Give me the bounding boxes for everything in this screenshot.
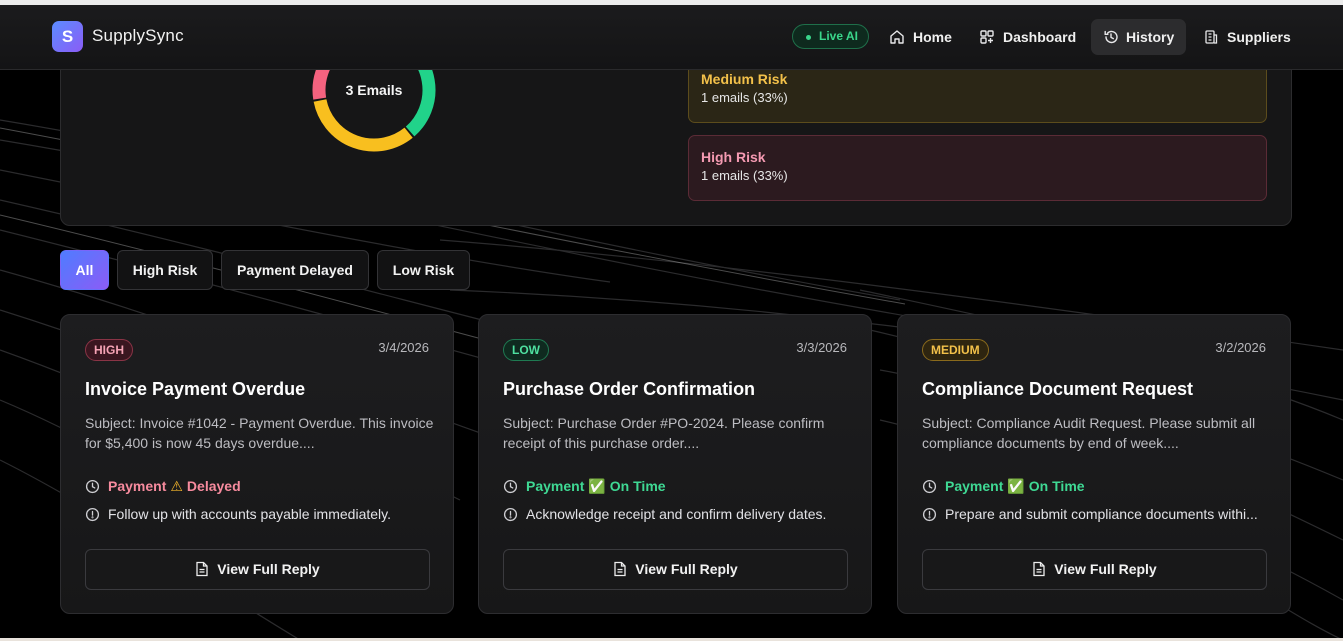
risk-badge-medium: MEDIUM: [922, 339, 989, 361]
view-full-reply-button[interactable]: View Full Reply: [503, 549, 848, 590]
donut-center-label: 3 Emails: [345, 82, 403, 98]
info-icon: [922, 507, 937, 522]
risk-badge-low: LOW: [503, 339, 549, 361]
recommended-action: Acknowledge receipt and confirm delivery…: [503, 506, 853, 522]
dashboard-icon: [980, 30, 994, 44]
payment-status-text: On Time: [609, 478, 666, 494]
high-risk-count: 1 emails (33%): [701, 168, 788, 183]
nav-suppliers-label: Suppliers: [1227, 29, 1291, 45]
info-icon: [503, 507, 518, 522]
donut-segment-medium: [313, 99, 413, 152]
home-icon: [890, 30, 904, 44]
filter-payment-delayed[interactable]: Payment Delayed: [221, 250, 369, 290]
history-icon: [1104, 30, 1118, 44]
nav-home-label: Home: [913, 29, 952, 45]
filter-low-risk[interactable]: Low Risk: [377, 250, 470, 290]
email-card[interactable]: MEDIUM 3/2/2026 Compliance Document Requ…: [897, 314, 1291, 614]
payment-status: Payment ⚠ Delayed: [85, 478, 241, 495]
card-title: Compliance Document Request: [922, 379, 1194, 399]
nav-dashboard[interactable]: Dashboard: [970, 19, 1084, 55]
nav-suppliers[interactable]: Suppliers: [1193, 19, 1296, 55]
card-date: 3/2/2026: [1215, 340, 1266, 355]
live-ai-badge: Live AI: [792, 24, 869, 49]
filter-high-risk[interactable]: High Risk: [117, 250, 213, 290]
clock-icon: [503, 479, 518, 494]
nav-home[interactable]: Home: [880, 19, 960, 55]
payment-status: Payment ✅ On Time: [503, 478, 666, 495]
payment-label: Payment: [108, 478, 167, 494]
high-risk-title: High Risk: [701, 149, 766, 165]
card-date: 3/4/2026: [378, 340, 429, 355]
nav-dashboard-label: Dashboard: [1003, 29, 1077, 45]
risk-badge-high: HIGH: [85, 339, 133, 361]
building-icon: [1205, 30, 1218, 44]
app-name[interactable]: SupplySync: [92, 26, 184, 46]
payment-status-text: Delayed: [186, 478, 241, 494]
view-full-reply-label: View Full Reply: [635, 561, 738, 577]
top-navbar: S SupplySync Live AI Home Dashboard Hist…: [0, 5, 1343, 70]
card-title: Purchase Order Confirmation: [503, 379, 756, 399]
view-full-reply-button[interactable]: View Full Reply: [922, 549, 1267, 590]
card-description: Subject: Purchase Order #PO-2024. Please…: [503, 415, 825, 451]
filter-all[interactable]: All: [60, 250, 109, 290]
card-title: Invoice Payment Overdue: [85, 379, 306, 399]
check-box-icon: ✅: [588, 478, 606, 494]
nav-history[interactable]: History: [1091, 19, 1186, 55]
payment-status: Payment ✅ On Time: [922, 478, 1085, 495]
info-icon: [85, 507, 100, 522]
action-text: Prepare and submit compliance documents …: [945, 506, 1258, 522]
document-icon: [1033, 561, 1045, 577]
payment-label: Payment: [526, 478, 585, 494]
nav-history-label: History: [1126, 29, 1175, 45]
card-date: 3/3/2026: [796, 340, 847, 355]
view-full-reply-label: View Full Reply: [1054, 561, 1157, 577]
check-box-icon: ✅: [1007, 478, 1025, 494]
action-text: Follow up with accounts payable immediat…: [108, 506, 391, 522]
view-full-reply-label: View Full Reply: [217, 561, 320, 577]
action-text: Acknowledge receipt and confirm delivery…: [526, 506, 827, 522]
logo-icon[interactable]: S: [52, 21, 83, 52]
document-icon: [614, 561, 626, 577]
recommended-action: Follow up with accounts payable immediat…: [85, 506, 435, 522]
high-risk-summary: High Risk 1 emails (33%): [688, 135, 1267, 201]
payment-status-text: On Time: [1028, 478, 1085, 494]
warning-icon: ⚠: [170, 478, 183, 494]
document-icon: [196, 561, 208, 577]
medium-risk-title: Medium Risk: [701, 71, 788, 87]
live-ai-label: Live AI: [819, 29, 858, 43]
email-card[interactable]: LOW 3/3/2026 Purchase Order Confirmation…: [478, 314, 872, 614]
recommended-action: Prepare and submit compliance documents …: [922, 506, 1272, 522]
card-description: Subject: Invoice #1042 - Payment Overdue…: [85, 415, 434, 451]
live-dot-icon: [806, 35, 811, 40]
clock-icon: [922, 479, 937, 494]
email-card[interactable]: HIGH 3/4/2026 Invoice Payment Overdue Su…: [60, 314, 454, 614]
card-description: Subject: Compliance Audit Request. Pleas…: [922, 415, 1256, 451]
clock-icon: [85, 479, 100, 494]
payment-label: Payment: [945, 478, 1004, 494]
view-full-reply-button[interactable]: View Full Reply: [85, 549, 430, 590]
browser-frame-top: [0, 0, 1343, 5]
medium-risk-count: 1 emails (33%): [701, 90, 788, 105]
